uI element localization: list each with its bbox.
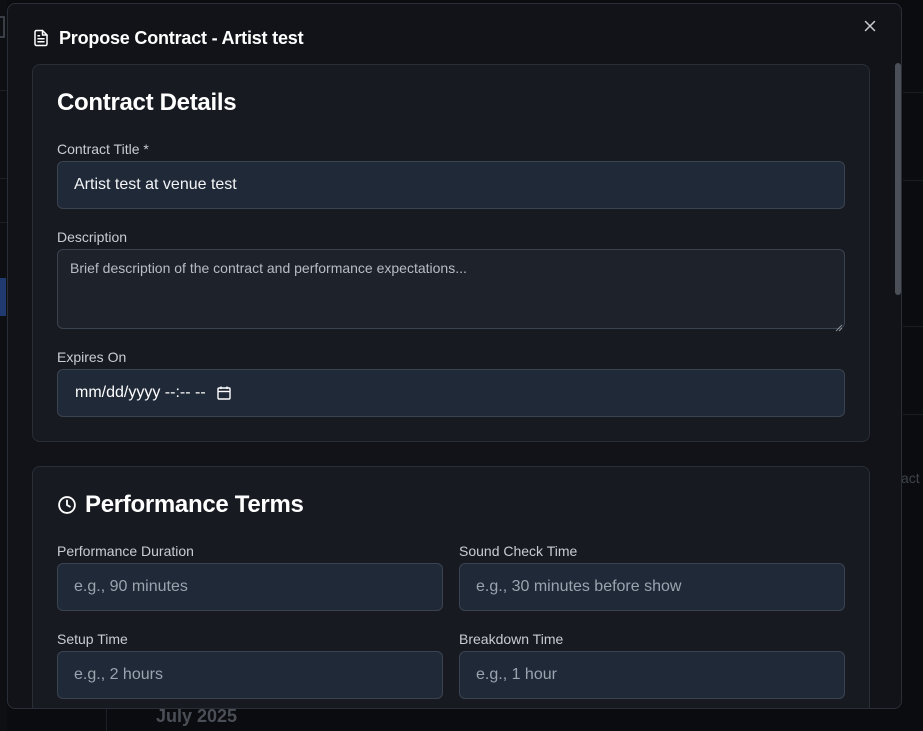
background-month-label: July 2025 xyxy=(156,706,238,726)
contract-title-label: Contract Title * xyxy=(57,141,149,157)
performance-terms-heading: Performance Terms xyxy=(57,491,304,519)
calendar-icon[interactable] xyxy=(216,385,232,401)
performance-duration-input[interactable] xyxy=(57,563,443,611)
sound-check-label: Sound Check Time xyxy=(459,543,578,559)
expires-on-value: mm/dd/yyyy --:-- -- xyxy=(75,384,206,401)
contract-details-card: Contract Details Contract Title * Descri… xyxy=(32,64,870,442)
modal-title: Propose Contract - Artist test xyxy=(59,27,304,48)
sound-check-input[interactable] xyxy=(459,563,845,611)
clock-icon xyxy=(57,495,77,515)
background-divider xyxy=(903,414,923,415)
background-divider xyxy=(0,90,7,91)
background-right-column xyxy=(902,0,923,731)
expires-on-input[interactable]: mm/dd/yyyy --:-- -- xyxy=(57,369,845,417)
background-glyph xyxy=(0,16,5,38)
breakdown-time-input[interactable] xyxy=(459,651,845,699)
background-divider xyxy=(903,326,923,327)
contract-title-input[interactable] xyxy=(57,161,845,209)
close-button[interactable] xyxy=(860,18,880,38)
performance-terms-title: Performance Terms xyxy=(85,491,304,518)
modal-scrollbar-thumb[interactable] xyxy=(895,63,901,295)
contract-details-heading: Contract Details xyxy=(57,89,237,116)
expires-on-label: Expires On xyxy=(57,349,127,365)
setup-time-label: Setup Time xyxy=(57,631,128,647)
setup-time-input[interactable] xyxy=(57,651,443,699)
performance-duration-label: Performance Duration xyxy=(57,543,194,559)
background-right-text: act xyxy=(901,470,920,486)
background-divider xyxy=(106,708,107,731)
background-divider xyxy=(0,178,7,179)
background-divider xyxy=(903,92,923,93)
modal-scroll-area[interactable]: Propose Contract - Artist test Contract … xyxy=(8,4,901,708)
description-textarea[interactable] xyxy=(57,249,845,329)
background-divider xyxy=(0,222,7,223)
modal-header: Propose Contract - Artist test xyxy=(32,26,304,50)
background-divider xyxy=(903,180,923,181)
description-label: Description xyxy=(57,229,128,245)
close-icon xyxy=(864,19,876,37)
document-icon xyxy=(32,29,50,47)
background-active-nav-item xyxy=(0,278,6,316)
performance-terms-card: Performance Terms Performance Duration S… xyxy=(32,466,870,708)
resize-handle-icon[interactable] xyxy=(835,319,843,332)
breakdown-time-label: Breakdown Time xyxy=(459,631,564,647)
background-sidebar-edge xyxy=(0,0,7,731)
propose-contract-modal: Propose Contract - Artist test Contract … xyxy=(7,3,902,709)
